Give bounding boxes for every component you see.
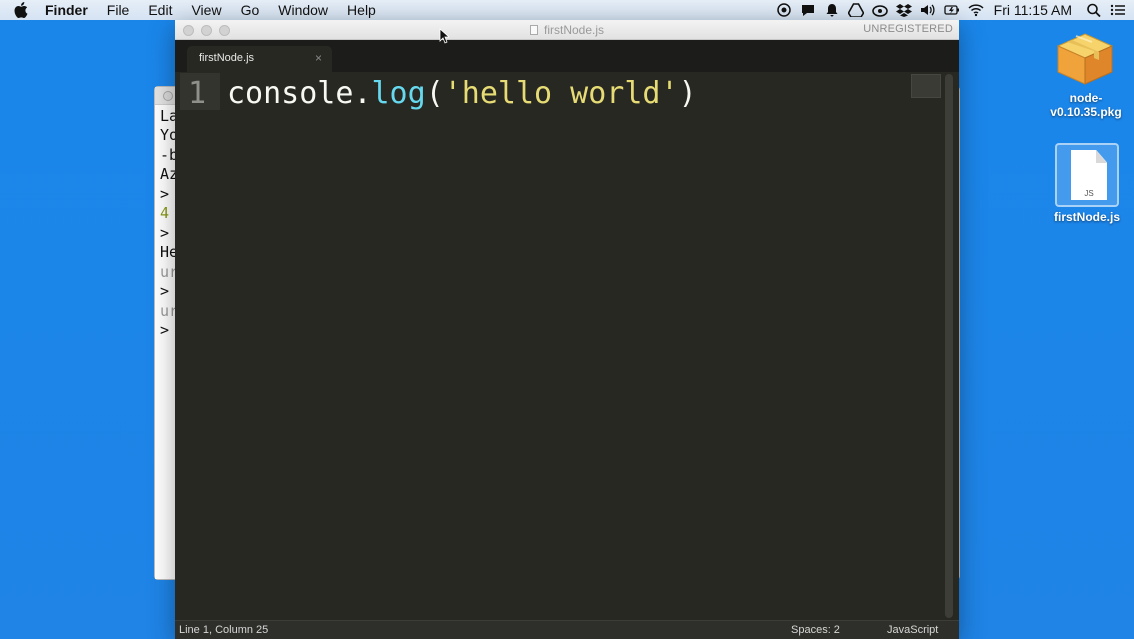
code-token-method: log xyxy=(371,76,426,111)
indentation-setting[interactable]: Spaces: 2 xyxy=(791,624,840,636)
code-token-dot: . xyxy=(353,76,372,111)
battery-icon[interactable] xyxy=(944,3,960,17)
menu-go[interactable]: Go xyxy=(241,2,260,18)
package-label-line1: node- xyxy=(1069,91,1103,105)
wifi-icon[interactable] xyxy=(968,3,984,17)
terminal-prompt: > xyxy=(160,185,170,203)
window-title: firstNode.js xyxy=(175,23,959,37)
minimap[interactable] xyxy=(911,74,941,98)
menu-file[interactable]: File xyxy=(107,2,130,18)
tab-firstnode[interactable]: firstNode.js × xyxy=(187,46,332,72)
terminal-prompt: > xyxy=(160,224,170,242)
spotlight-search-icon[interactable] xyxy=(1086,3,1102,17)
code-token-close-paren: ) xyxy=(678,76,697,111)
terminal-line: 4 xyxy=(160,204,170,222)
cursor-position: Line 1, Column 25 xyxy=(179,624,269,636)
terminal-prompt: > xyxy=(160,321,170,339)
menu-clock[interactable]: Fri 11:15 AM xyxy=(994,2,1072,18)
mouse-pointer-icon xyxy=(439,28,449,44)
tab-bar: firstNode.js × xyxy=(175,40,959,72)
license-status: UNREGISTERED xyxy=(863,23,953,35)
js-file-badge: JS xyxy=(1084,189,1094,198)
status-area: Fri 11:15 AM xyxy=(772,0,1134,20)
code-line[interactable]: console.log('hello world') xyxy=(227,76,697,111)
editor-window[interactable]: firstNode.js UNREGISTERED firstNode.js ×… xyxy=(175,20,959,639)
menu-edit[interactable]: Edit xyxy=(148,2,172,18)
package-label-line2: v0.10.35.pkg xyxy=(1050,105,1122,119)
code-token-open-paren: ( xyxy=(425,76,444,111)
dropbox-icon[interactable] xyxy=(895,3,912,17)
google-drive-icon[interactable] xyxy=(847,3,864,17)
scrollbar[interactable] xyxy=(945,74,953,618)
code-editor[interactable]: 1 console.log('hello world') xyxy=(175,72,959,620)
editor-titlebar[interactable]: firstNode.js UNREGISTERED xyxy=(175,20,959,40)
apple-menu-icon[interactable] xyxy=(14,2,28,18)
menu-bar: Finder File Edit View Go Window Help Fri… xyxy=(0,0,1134,20)
chat-icon[interactable] xyxy=(800,3,816,17)
record-icon[interactable] xyxy=(776,3,792,17)
document-icon xyxy=(529,25,538,35)
menu-items: Finder File Edit View Go Window Help xyxy=(45,0,395,20)
menu-help[interactable]: Help xyxy=(347,2,376,18)
js-file-label[interactable]: firstNode.js xyxy=(1044,210,1130,224)
notification-center-icon[interactable] xyxy=(1110,3,1126,17)
terminal-prompt: > xyxy=(160,282,170,300)
line-number: 1 xyxy=(188,76,207,111)
volume-icon[interactable] xyxy=(920,3,936,17)
terminal-close-button[interactable] xyxy=(163,91,173,101)
code-token-string: 'hello world' xyxy=(443,76,679,111)
menu-app-name[interactable]: Finder xyxy=(45,2,88,18)
menu-view[interactable]: View xyxy=(191,2,221,18)
status-bar: Line 1, Column 25 Spaces: 2 JavaScript xyxy=(175,620,959,639)
menu-window[interactable]: Window xyxy=(278,2,328,18)
notification-bell-icon[interactable] xyxy=(824,3,840,17)
code-token-object: console xyxy=(227,76,354,111)
package-icon[interactable] xyxy=(1052,30,1118,86)
tab-close-icon[interactable]: × xyxy=(315,51,322,65)
creative-cloud-icon[interactable] xyxy=(871,3,888,17)
js-file-icon-selection[interactable]: JS xyxy=(1055,143,1119,207)
tab-label: firstNode.js xyxy=(199,52,255,64)
syntax-selector[interactable]: JavaScript xyxy=(887,624,938,636)
window-title-text: firstNode.js xyxy=(543,23,605,37)
package-file-label[interactable]: node- v0.10.35.pkg xyxy=(1048,91,1124,119)
